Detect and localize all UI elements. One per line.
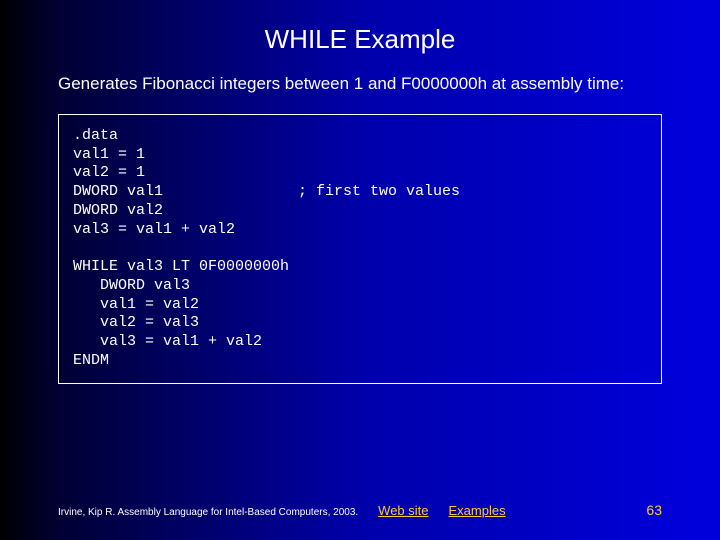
body-paragraph: Generates Fibonacci integers between 1 a…	[0, 73, 720, 96]
footer-credit: Irvine, Kip R. Assembly Language for Int…	[58, 507, 358, 518]
examples-link[interactable]: Examples	[449, 503, 506, 518]
slide-footer: Irvine, Kip R. Assembly Language for Int…	[0, 502, 720, 518]
website-link[interactable]: Web site	[378, 503, 428, 518]
page-number: 63	[646, 502, 662, 518]
slide-title: WHILE Example	[0, 0, 720, 73]
code-example-box: .data val1 = 1 val2 = 1 DWORD val1 ; fir…	[58, 114, 662, 384]
